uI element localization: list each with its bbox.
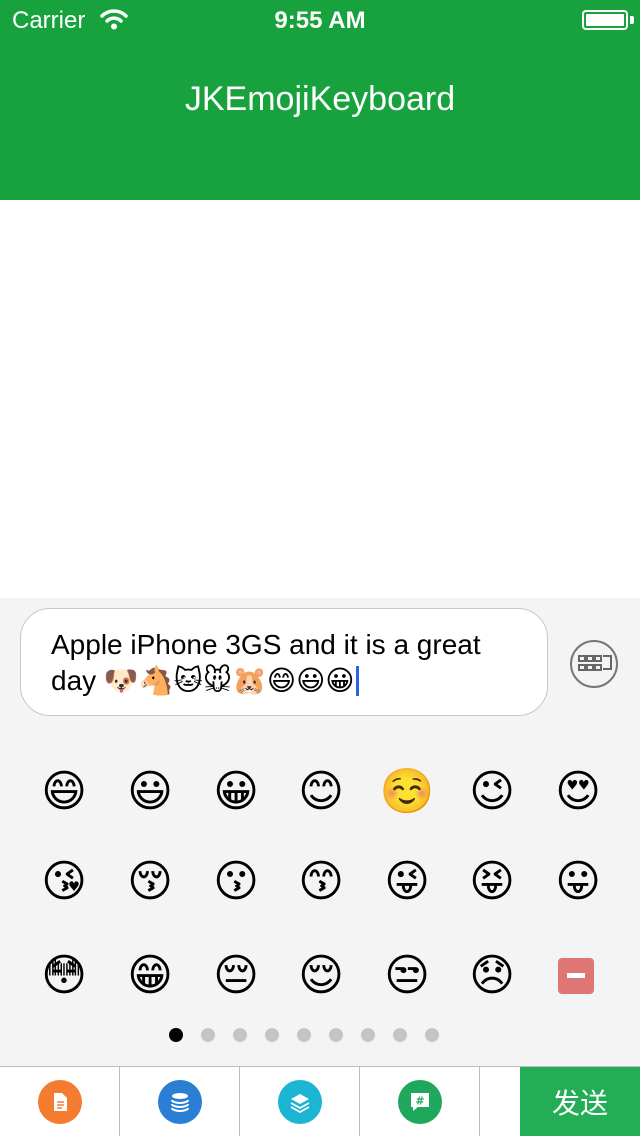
send-button[interactable]: 发送	[520, 1067, 640, 1136]
svg-text:#: #	[415, 1095, 424, 1108]
bottom-toolbar: # 发送	[0, 1066, 640, 1136]
emoji-key[interactable]: 😃	[115, 757, 185, 827]
content-area	[0, 200, 640, 598]
emoji-key[interactable]: 😙	[286, 847, 356, 917]
emoji-key[interactable]: 😳	[29, 941, 99, 1011]
nav-header: Carrier 9:55 AM JKEmojiKeyboard	[0, 0, 640, 200]
status-time: 9:55 AM	[274, 7, 366, 34]
emoji-key[interactable]: 😛	[543, 847, 613, 917]
emoji-key[interactable]: ☺️	[372, 757, 442, 827]
page-indicator-dot[interactable]	[265, 1028, 279, 1042]
page-indicator-dot[interactable]	[169, 1028, 183, 1042]
message-input[interactable]: Apple iPhone 3GS and it is a great day 🐶…	[20, 608, 548, 716]
page-indicator-dot[interactable]	[233, 1028, 247, 1042]
page-indicator-dot[interactable]	[297, 1028, 311, 1042]
emoji-key[interactable]: 😒	[372, 941, 442, 1011]
delete-icon[interactable]	[558, 958, 594, 994]
emoji-key[interactable]: 😘	[29, 847, 99, 917]
emoji-key[interactable]: 😄	[29, 757, 99, 827]
page-indicator-dot[interactable]	[393, 1028, 407, 1042]
toolbar-item-coins[interactable]	[120, 1067, 240, 1136]
page-indicator-dot[interactable]	[201, 1028, 215, 1042]
emoji-key[interactable]: 😉	[457, 757, 527, 827]
toolbar-item-document[interactable]	[0, 1067, 120, 1136]
emoji-key[interactable]: 😊	[286, 757, 356, 827]
emoji-key[interactable]: 😞	[457, 941, 527, 1011]
emoji-key[interactable]: 😍	[543, 757, 613, 827]
emoji-key[interactable]: 😗	[201, 847, 271, 917]
keyboard-icon	[578, 655, 612, 671]
emoji-key[interactable]: 😜	[372, 847, 442, 917]
layers-icon	[278, 1080, 322, 1124]
hashtag-chat-icon: #	[398, 1080, 442, 1124]
page-indicator-dot[interactable]	[329, 1028, 343, 1042]
emoji-key[interactable]: 😚	[115, 847, 185, 917]
coins-stack-icon	[158, 1080, 202, 1124]
emoji-key[interactable]: 😌	[286, 941, 356, 1011]
text-caret	[356, 666, 360, 696]
battery-icon	[582, 10, 628, 30]
emoji-key[interactable]: 😁	[115, 941, 185, 1011]
toolbar-item-layers[interactable]	[240, 1067, 360, 1136]
toolbar-item-hashtag[interactable]: #	[360, 1067, 480, 1136]
emoji-keyboard: 😄 😃 😀 😊 ☺️ 😉 😍 😘 😚 😗 😙 😜 😝 😛 😳 😁 😔 😌 😒 😞	[0, 728, 640, 1066]
emoji-key[interactable]: 😀	[201, 757, 271, 827]
status-bar: Carrier 9:55 AM	[0, 0, 640, 40]
page-title: JKEmojiKeyboard	[184, 80, 456, 118]
document-icon	[38, 1080, 82, 1124]
emoji-key[interactable]: 😝	[457, 847, 527, 917]
message-text: Apple iPhone 3GS and it is a great day 🐶…	[51, 629, 481, 696]
keyboard-toggle-button[interactable]	[570, 640, 618, 688]
page-indicator-dot[interactable]	[425, 1028, 439, 1042]
input-bar: Apple iPhone 3GS and it is a great day 🐶…	[0, 598, 640, 728]
page-indicator-dot[interactable]	[361, 1028, 375, 1042]
emoji-key[interactable]: 😔	[201, 941, 271, 1011]
